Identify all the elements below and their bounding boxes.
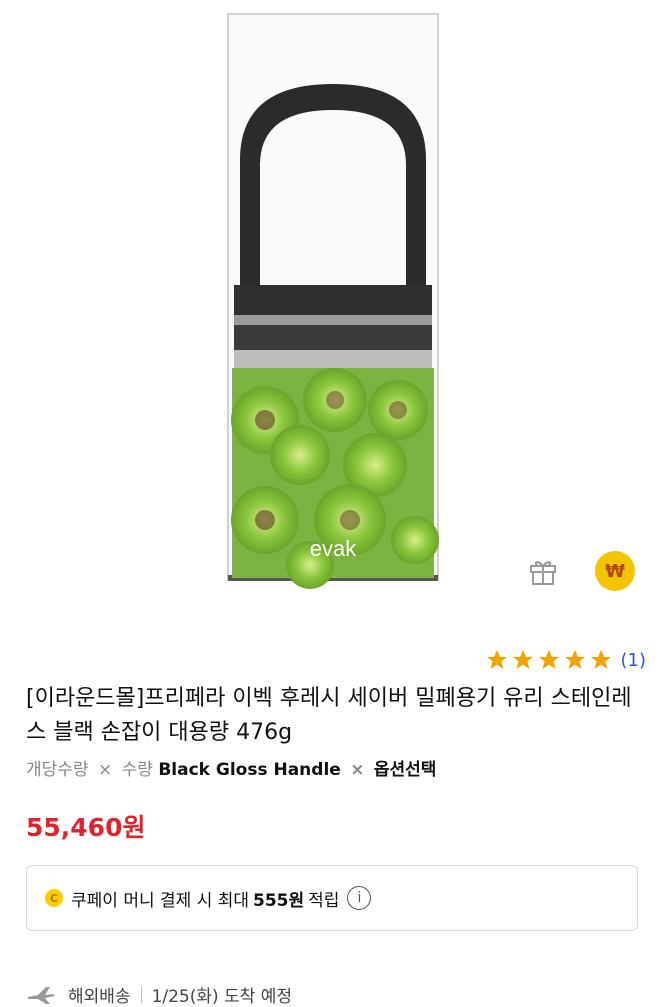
kpay-reward-prefix: 쿠페이 머니 결제 시 최대 (71, 890, 250, 911)
kpay-reward-amount: 555원 (253, 890, 305, 911)
option-handle: Black Gloss Handle (158, 760, 341, 780)
option-separator: × (350, 760, 365, 780)
shipping-info: 해외배송 1/25(화) 도착 예정 (26, 982, 292, 1007)
option-unit-qty: 개당수량 (26, 760, 89, 780)
option-separator: × (97, 760, 113, 780)
brand-logo: evak (310, 536, 357, 561)
option-choice: 옵션선택 (373, 760, 437, 780)
won-coin-button[interactable]: ₩ (595, 551, 635, 591)
gift-icon (530, 561, 556, 585)
product-image: evak (227, 13, 439, 589)
shipping-date: 1/25(화) 도착 예정 (151, 987, 293, 1007)
rating[interactable]: (1) (485, 645, 647, 675)
review-count-link[interactable]: (1) (621, 650, 647, 671)
star-icon (486, 650, 507, 669)
star-icon (538, 650, 559, 669)
won-coin-icon: ₩ (605, 560, 625, 582)
kpay-reward-suffix: 적립 (308, 890, 340, 911)
divider (140, 986, 142, 1003)
star-icon (590, 650, 611, 669)
star-icon (564, 650, 585, 669)
info-icon[interactable]: i (347, 886, 372, 910)
product-title: [이라운드몰]프리페라 이벡 후레시 세이버 밀폐용기 유리 스테인레스 블랙 … (26, 686, 632, 745)
selected-options: 개당수량 × 수량 Black Gloss Handle × 옵션선택 (26, 758, 436, 782)
gift-button[interactable] (523, 551, 563, 591)
option-qty: 수량 (121, 760, 153, 780)
product-price: 55,460원 (26, 813, 146, 842)
star-icon (512, 650, 533, 669)
star-rating (485, 648, 613, 672)
shipping-type: 해외배송 (68, 987, 131, 1007)
coin-icon: C (45, 889, 63, 907)
kpay-reward-box: C 쿠페이 머니 결제 시 최대 555원 적립 i (26, 865, 638, 931)
